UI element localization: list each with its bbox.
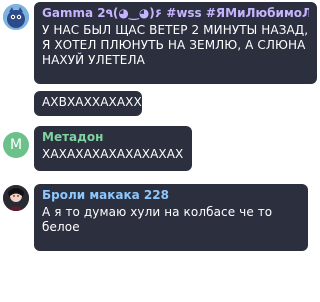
message-bubble-metadon[interactable]: Метадон ХАХАХАХАХАХАХАХАХ bbox=[34, 126, 192, 171]
message-text: А я то думаю хули на колбасе че то белое bbox=[42, 205, 277, 234]
message-text: АХВХАХХАХАХХ bbox=[42, 95, 142, 109]
avatar-broli[interactable] bbox=[3, 185, 29, 211]
avatar-gamma[interactable] bbox=[3, 4, 29, 30]
message-bubble-gamma-2[interactable]: АХВХАХХАХАХХ bbox=[34, 91, 142, 116]
avatar-metadon[interactable]: М bbox=[3, 132, 29, 158]
message-text: ХАХАХАХАХАХАХАХАХ bbox=[42, 147, 184, 161]
message-bubble-broli[interactable]: Броли макака 228 А я то думаю хули на ко… bbox=[34, 184, 308, 251]
avatar-broli-image bbox=[3, 185, 29, 211]
sender-name-metadon[interactable]: Метадон bbox=[42, 130, 184, 145]
message-text: У НАС БЫЛ ЩАС ВЕТЕР 2 МИНУТЫ НАЗАД, Я ХО… bbox=[42, 23, 313, 67]
avatar-letter: М bbox=[9, 137, 23, 153]
avatar-gamma-image bbox=[3, 4, 29, 30]
sender-name-gamma[interactable]: Gamma 2٩(◕‿◕)۶ #wss #ЯМиЛюбимоЛав... bbox=[42, 6, 309, 21]
sender-name-broli[interactable]: Броли макака 228 bbox=[42, 188, 300, 203]
message-bubble-gamma[interactable]: Gamma 2٩(◕‿◕)۶ #wss #ЯМиЛюбимоЛав... У Н… bbox=[34, 2, 317, 84]
